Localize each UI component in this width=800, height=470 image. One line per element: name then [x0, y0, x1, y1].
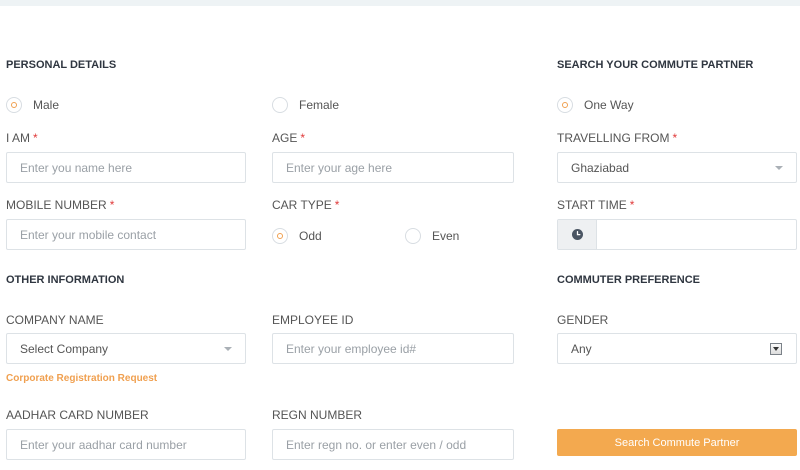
start-time-value[interactable]	[597, 220, 796, 249]
car-type-even-label: Even	[432, 229, 460, 243]
car-type-label: CAR TYPE *	[272, 198, 340, 212]
chevron-down-icon[interactable]	[770, 342, 782, 355]
company-name-label: COMPANY NAME	[6, 313, 104, 327]
gender-female-radio[interactable]	[272, 97, 288, 113]
travelling-from-select[interactable]: Ghaziabad	[557, 152, 797, 183]
chevron-down-icon	[775, 165, 783, 170]
start-time-field[interactable]	[557, 219, 797, 250]
required-mark: *	[629, 198, 635, 212]
age-input[interactable]	[272, 152, 514, 183]
required-mark: *	[672, 131, 678, 145]
required-mark: *	[33, 131, 38, 145]
required-mark: *	[334, 198, 340, 212]
start-time-label: START TIME *	[557, 198, 635, 212]
car-type-even-option[interactable]: Even	[405, 228, 459, 244]
required-mark: *	[109, 198, 115, 212]
gender-male-option[interactable]: Male	[6, 97, 59, 113]
personal-details-heading: PERSONAL DETAILS	[6, 59, 117, 71]
chevron-down-icon	[224, 346, 232, 351]
preference-gender-select[interactable]: Any	[557, 333, 797, 364]
gender-male-label: Male	[33, 98, 60, 112]
gender-female-label: Female	[299, 98, 340, 112]
car-type-even-radio[interactable]	[405, 228, 421, 244]
employee-id-input[interactable]	[272, 333, 514, 364]
clock-icon-svg	[571, 229, 583, 240]
car-type-odd-radio[interactable]	[272, 228, 288, 244]
car-type-odd-option[interactable]: Odd	[272, 228, 322, 244]
i-am-label: I AM *	[6, 131, 38, 145]
age-label: AGE *	[272, 131, 306, 145]
commuter-preference-heading: COMMUTER PREFERENCE	[557, 274, 701, 286]
clock-icon[interactable]	[558, 220, 597, 249]
mobile-number-label: MOBILE NUMBER *	[6, 198, 115, 212]
mobile-input[interactable]	[6, 219, 246, 250]
regn-number-label: REGN NUMBER	[272, 408, 363, 422]
search-commute-heading: SEARCH YOUR COMMUTE PARTNER	[557, 59, 754, 71]
travelling-from-label: TRAVELLING FROM *	[557, 131, 678, 145]
required-mark: *	[300, 131, 306, 145]
one-way-label: One Way	[584, 98, 634, 112]
company-select-value: Select Company	[20, 341, 109, 356]
gender-male-radio[interactable]	[6, 97, 22, 113]
preference-gender-label: GENDER	[557, 313, 609, 327]
company-select[interactable]: Select Company	[6, 333, 246, 364]
other-information-heading: OTHER INFORMATION	[6, 274, 125, 286]
aadhar-label: AADHAR CARD NUMBER	[6, 408, 149, 422]
gender-female-option[interactable]: Female	[272, 97, 339, 113]
aadhar-input[interactable]	[6, 429, 246, 460]
car-type-odd-label: Odd	[299, 229, 322, 243]
travelling-from-value: Ghaziabad	[571, 160, 630, 175]
corporate-registration-link[interactable]: Corporate Registration Request	[6, 373, 157, 384]
top-bar	[0, 0, 800, 6]
search-commute-partner-button[interactable]: Search Commute Partner	[557, 429, 797, 456]
preference-gender-value: Any	[571, 341, 592, 356]
one-way-option[interactable]: One Way	[557, 97, 634, 113]
regn-input[interactable]	[272, 429, 514, 460]
one-way-radio[interactable]	[557, 97, 573, 113]
name-input[interactable]	[6, 152, 246, 183]
employee-id-label: EMPLOYEE ID	[272, 313, 354, 327]
